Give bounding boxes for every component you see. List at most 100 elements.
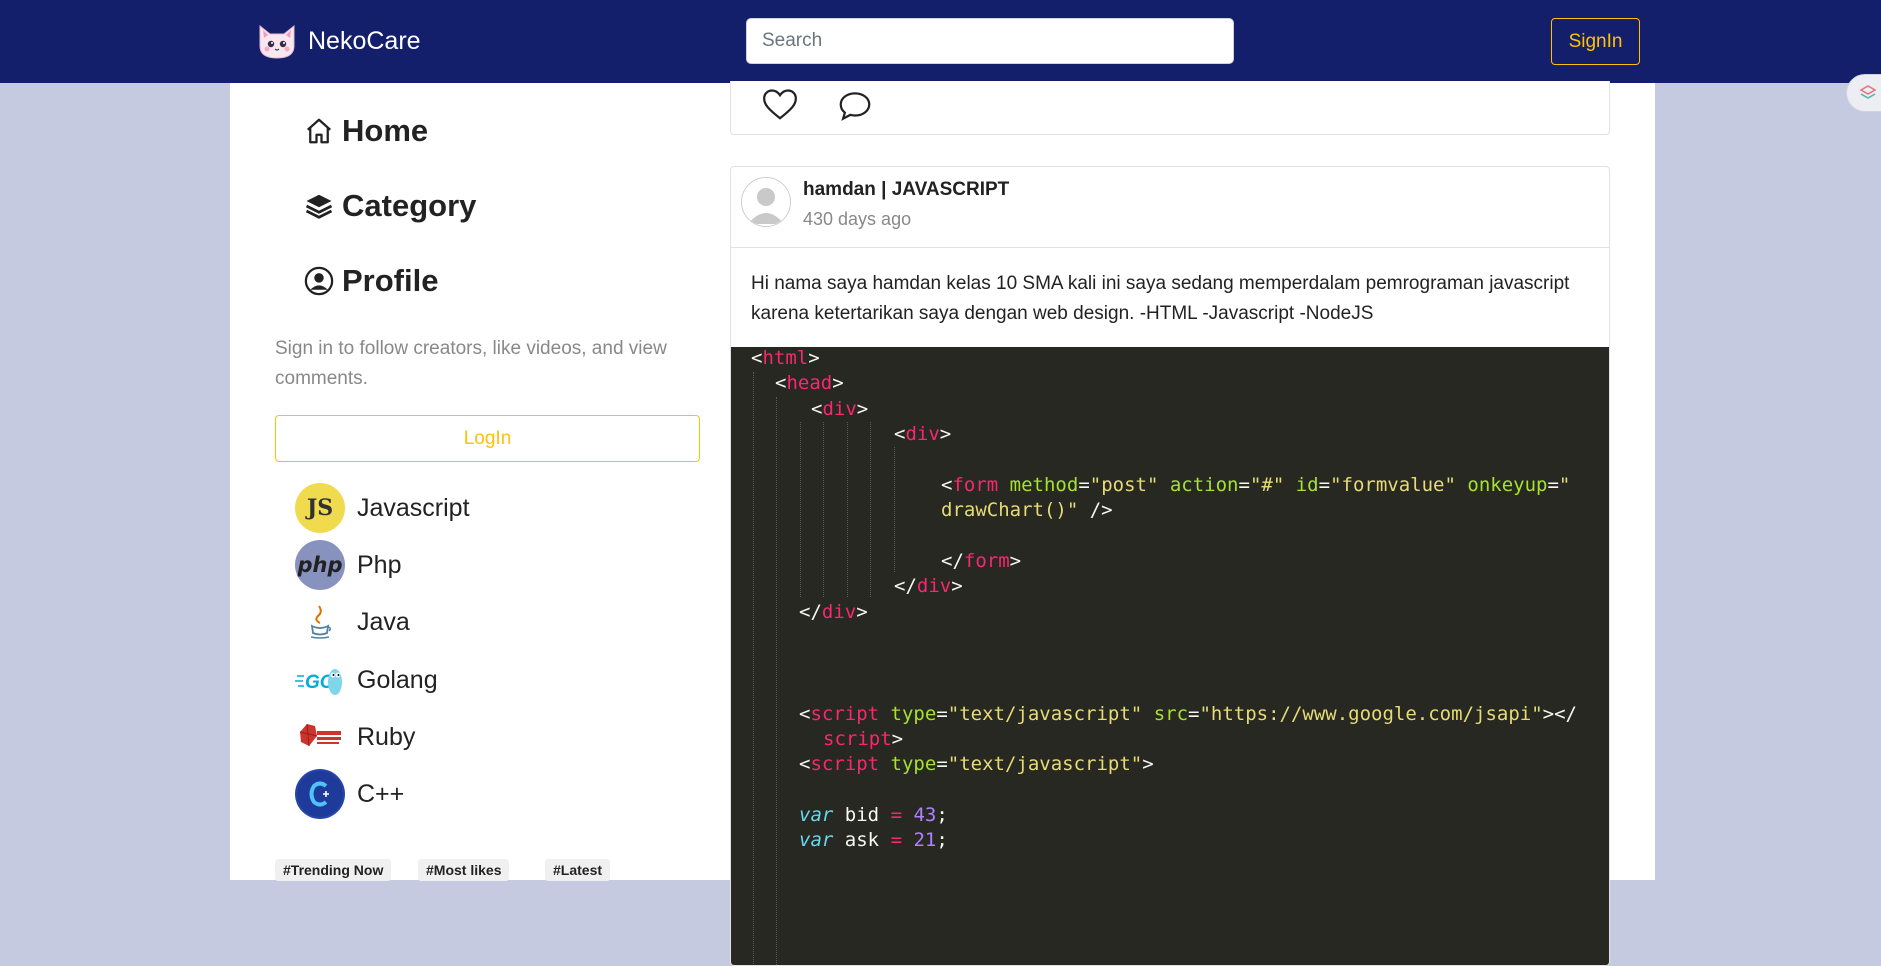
code-token: 21 — [913, 829, 937, 851]
code-token: script — [810, 703, 880, 725]
code-token: html — [762, 347, 809, 369]
indent-guide — [800, 422, 801, 597]
category-javascript[interactable]: JS Javascript — [295, 483, 470, 533]
code-token: head — [786, 372, 833, 394]
code-token: src — [1153, 703, 1189, 725]
nav-home-label: Home — [342, 113, 429, 148]
post-header: hamdan | JAVASCRIPT 430 days ago — [731, 167, 1609, 248]
category-name: Ruby — [357, 722, 416, 751]
code-token: "text/javascript" — [947, 703, 1143, 725]
category-java[interactable]: Java — [295, 597, 410, 647]
code-token: script — [810, 753, 880, 775]
code-line: </div> — [799, 601, 868, 623]
code-token: "https://www.google.com/jsapi" — [1199, 703, 1543, 725]
indent-guide — [870, 422, 871, 597]
category-php[interactable]: php Php — [295, 540, 401, 590]
code-token: drawChart()" — [941, 499, 1079, 521]
post-author[interactable]: hamdan | JAVASCRIPT — [803, 179, 1009, 201]
code-token: type — [890, 703, 937, 725]
tag-most-likes[interactable]: #Most likes — [418, 859, 510, 881]
code-line: <div> — [894, 423, 952, 445]
code-token: var — [799, 829, 834, 851]
golang-logo-icon: GO — [295, 655, 345, 705]
category-golang[interactable]: GO Golang — [295, 655, 438, 705]
sidebar: Home Category Profile Sign in to follow … — [230, 83, 720, 881]
code-line: <script type="text/javascript" src="http… — [799, 703, 1577, 725]
previous-post-card — [730, 81, 1610, 135]
category-name: Javascript — [357, 493, 470, 522]
heart-icon[interactable] — [760, 85, 800, 123]
extension-tab[interactable] — [1846, 74, 1881, 112]
layers-icon — [305, 194, 333, 219]
indent-guide — [776, 397, 777, 965]
code-token: type — [890, 753, 937, 775]
code-line: <html> — [751, 347, 820, 369]
code-token: id — [1295, 474, 1319, 496]
code-token: " — [1558, 474, 1571, 496]
code-token: onkeyup — [1467, 474, 1548, 496]
code-token: form — [963, 550, 1010, 572]
code-token: ask — [844, 829, 880, 851]
ruby-logo-icon — [295, 712, 345, 762]
code-token: div — [821, 601, 857, 623]
code-token: "post" — [1089, 474, 1159, 496]
code-block: <html> <head> <div> <div> <form method="… — [731, 347, 1609, 965]
brand-name: NekoCare — [308, 26, 421, 55]
code-token: var — [799, 804, 834, 826]
code-token: bid — [844, 804, 880, 826]
java-logo-icon — [295, 597, 345, 647]
category-name: C++ — [357, 779, 405, 808]
code-token: 43 — [913, 804, 937, 826]
signin-button[interactable]: SignIn — [1551, 18, 1640, 65]
code-token: div — [822, 398, 857, 420]
code-token: div — [905, 423, 940, 445]
extension-icon — [1859, 85, 1877, 99]
brand[interactable]: NekoCare — [256, 20, 421, 62]
nav-profile[interactable]: Profile — [304, 263, 438, 299]
nav-home[interactable]: Home — [304, 113, 428, 149]
code-line: <script type="text/javascript"> — [799, 753, 1154, 775]
code-token: div — [916, 575, 952, 597]
javascript-logo-icon: JS — [295, 483, 345, 533]
search-input[interactable] — [746, 18, 1234, 64]
login-button[interactable]: LogIn — [275, 415, 700, 462]
code-token: "formvalue" — [1330, 474, 1456, 496]
code-token: method — [1009, 474, 1079, 496]
code-line: drawChart()" /> — [941, 499, 1113, 521]
category-name: Golang — [357, 665, 438, 694]
code-token: "#" — [1249, 474, 1285, 496]
indent-guide — [823, 422, 824, 597]
code-token: "text/javascript" — [947, 753, 1143, 775]
user-circle-icon — [304, 266, 334, 296]
category-name: Php — [357, 550, 402, 579]
post-text: Hi nama saya hamdan kelas 10 SMA kali in… — [751, 273, 1570, 324]
php-logo-icon: php — [295, 540, 345, 590]
category-ruby[interactable]: Ruby — [295, 712, 415, 762]
code-line: <div> — [811, 398, 869, 420]
code-line: var bid = 43; — [799, 804, 948, 826]
default-avatar-icon — [742, 178, 790, 226]
comment-icon[interactable] — [835, 87, 875, 125]
code-token: script — [823, 728, 892, 750]
code-line: <head> — [775, 372, 844, 394]
code-line: var ask = 21; — [799, 829, 948, 851]
cpp-logo-icon — [295, 769, 345, 819]
tag-trending[interactable]: #Trending Now — [275, 859, 392, 881]
top-navbar: NekoCare SignIn — [0, 0, 1881, 83]
nav-category-label: Category — [342, 188, 477, 223]
nav-category[interactable]: Category — [304, 188, 476, 224]
avatar[interactable] — [741, 177, 791, 227]
indent-guide — [894, 447, 895, 572]
signin-hint: Sign in to follow creators, like videos,… — [275, 338, 667, 389]
code-token: form — [952, 474, 999, 496]
cat-logo-icon — [259, 24, 295, 59]
home-icon — [307, 118, 331, 144]
code-line: script> — [823, 728, 904, 750]
category-cpp[interactable]: C++ — [295, 769, 404, 819]
post-time: 430 days ago — [803, 209, 912, 229]
indent-guide — [847, 422, 848, 597]
tag-latest[interactable]: #Latest — [545, 859, 611, 881]
code-line: </form> — [941, 550, 1022, 572]
code-line: </div> — [894, 575, 963, 597]
code-token: action — [1169, 474, 1239, 496]
